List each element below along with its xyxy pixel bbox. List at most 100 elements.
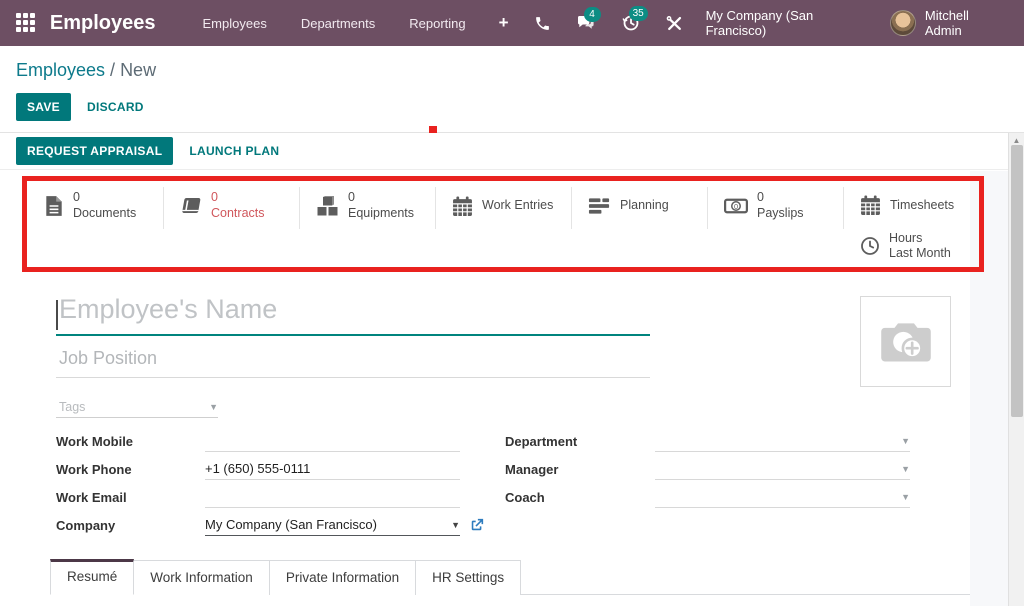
user-avatar[interactable]	[890, 10, 916, 36]
work-email-label: Work Email	[56, 490, 205, 505]
tags-dropdown-caret-icon[interactable]: ▼	[209, 402, 218, 412]
nav-item-employees[interactable]: Employees	[190, 8, 280, 39]
timesheets-label: Timesheets	[890, 198, 954, 214]
scrollbar-thumb[interactable]	[1011, 145, 1023, 417]
stat-button-hours-last-month[interactable]: Hours Last Month	[844, 227, 980, 266]
job-position-placeholder: Job Position	[59, 348, 157, 368]
coach-dropdown-caret-icon[interactable]: ▼	[901, 492, 910, 502]
department-dropdown-caret-icon[interactable]: ▼	[901, 436, 910, 446]
vertical-scrollbar[interactable]: ▲	[1008, 133, 1024, 606]
planning-label: Planning	[620, 198, 669, 214]
manager-row: Manager ▼	[505, 458, 910, 480]
work-phone-input[interactable]: +1 (650) 555-0111	[205, 459, 460, 480]
coach-label: Coach	[505, 490, 655, 505]
documents-label: Documents	[73, 206, 136, 222]
company-label: Company	[56, 518, 205, 533]
discard-button[interactable]: DISCARD	[87, 100, 144, 114]
activities-clock-icon[interactable]: 35	[609, 8, 653, 38]
tab-private-information[interactable]: Private Information	[270, 560, 416, 595]
control-panel-buttons: SAVE DISCARD	[16, 93, 1008, 121]
activities-badge: 35	[629, 6, 648, 21]
stat-button-planning[interactable]: Planning	[572, 184, 708, 228]
nav-plus-button[interactable]: +	[487, 7, 521, 39]
company-value: My Company (San Francisco)	[205, 517, 377, 532]
stat-button-box: 0 Documents 0 Contracts	[28, 184, 980, 266]
company-switcher[interactable]: My Company (San Francisco)	[706, 8, 877, 38]
equipments-count: 0	[348, 190, 414, 206]
stat-button-work-entries[interactable]: Work Entries	[436, 184, 572, 228]
nav-item-reporting[interactable]: Reporting	[396, 8, 478, 39]
company-row: Company My Company (San Francisco) ▼	[56, 514, 484, 536]
nav-menu: Employees Departments Reporting +	[190, 7, 521, 39]
employee-name-input[interactable]: Employee's Name	[56, 294, 650, 336]
hours-label-line1: Hours	[889, 231, 951, 247]
red-annotation-dot	[429, 126, 437, 133]
tab-resume[interactable]: Resumé	[50, 559, 134, 595]
breadcrumb-separator: /	[105, 60, 120, 80]
payslips-count: 0	[757, 190, 804, 206]
work-email-input[interactable]	[205, 487, 460, 508]
work-mobile-row: Work Mobile	[56, 430, 460, 452]
work-phone-value: +1 (650) 555-0111	[205, 461, 310, 476]
phone-icon[interactable]	[521, 9, 564, 38]
breadcrumb-employees-link[interactable]: Employees	[16, 60, 105, 80]
company-dropdown-caret-icon[interactable]: ▼	[451, 520, 460, 530]
department-row: Department ▼	[505, 430, 910, 452]
app-title: Employees	[50, 12, 156, 35]
work-mobile-input[interactable]	[205, 431, 460, 452]
work-mobile-label: Work Mobile	[56, 434, 205, 449]
stat-button-timesheets[interactable]: Timesheets	[844, 184, 980, 227]
launch-plan-button[interactable]: LAUNCH PLAN	[189, 144, 279, 158]
messages-icon[interactable]: 4	[564, 9, 609, 38]
notebook-tabs: Resumé Work Information Private Informat…	[50, 558, 970, 595]
contracts-label: Contracts	[211, 206, 265, 222]
job-position-input[interactable]: Job Position	[56, 348, 650, 378]
company-input[interactable]: My Company (San Francisco) ▼	[205, 515, 460, 536]
scrollbar-up-arrow-icon[interactable]: ▲	[1009, 133, 1024, 145]
stat-button-documents[interactable]: 0 Documents	[28, 184, 164, 228]
manager-input[interactable]: ▼	[655, 459, 910, 480]
tab-hr-settings[interactable]: HR Settings	[416, 560, 521, 595]
text-cursor	[56, 300, 58, 330]
breadcrumb: Employees / New	[16, 60, 1008, 81]
user-name[interactable]: Mitchell Admin	[925, 8, 1008, 38]
save-button[interactable]: SAVE	[16, 93, 71, 121]
manager-label: Manager	[505, 462, 655, 477]
tab-work-information[interactable]: Work Information	[134, 560, 270, 595]
work-phone-row: Work Phone +1 (650) 555-0111	[56, 458, 460, 480]
employee-photo-upload[interactable]	[860, 296, 951, 387]
statusbar: REQUEST APPRAISAL LAUNCH PLAN	[0, 133, 1024, 170]
nav-item-departments[interactable]: Departments	[288, 8, 388, 39]
top-navbar: Employees Employees Departments Reportin…	[0, 0, 1024, 46]
coach-row: Coach ▼	[505, 486, 910, 508]
coach-input[interactable]: ▼	[655, 487, 910, 508]
payslips-label: Payslips	[757, 206, 804, 222]
messages-badge: 4	[584, 7, 601, 22]
tools-icon[interactable]	[653, 9, 696, 38]
stat-button-contracts[interactable]: 0 Contracts	[164, 184, 300, 228]
manager-dropdown-caret-icon[interactable]: ▼	[901, 464, 910, 474]
request-appraisal-button[interactable]: REQUEST APPRAISAL	[16, 137, 173, 165]
department-label: Department	[505, 434, 655, 449]
company-external-link-icon[interactable]	[470, 518, 484, 532]
tags-input[interactable]: Tags ▼	[56, 396, 218, 418]
work-entries-label: Work Entries	[482, 198, 553, 214]
form-sheet: 0 Documents 0 Contracts	[0, 170, 1024, 606]
employees-new-form-page: Employees Employees Departments Reportin…	[0, 0, 1024, 606]
apps-grid-icon[interactable]	[16, 13, 36, 33]
svg-text:0: 0	[734, 202, 738, 211]
employee-name-placeholder: Employee's Name	[59, 294, 277, 324]
contracts-count: 0	[211, 190, 265, 206]
hours-label-line2: Last Month	[889, 246, 951, 262]
tags-placeholder: Tags	[59, 400, 85, 414]
stat-button-payslips[interactable]: 0 0 Payslips	[708, 184, 844, 228]
camera-plus-icon	[877, 319, 935, 365]
equipments-label: Equipments	[348, 206, 414, 222]
stat-button-equipments[interactable]: 0 Equipments	[300, 184, 436, 228]
nav-right-group: 4 35 My Company (San Francisco) Mitchell…	[521, 8, 1024, 38]
work-phone-label: Work Phone	[56, 462, 205, 477]
breadcrumb-current: New	[120, 60, 156, 80]
documents-count: 0	[73, 190, 136, 206]
control-panel: Employees / New SAVE DISCARD	[0, 46, 1024, 133]
department-input[interactable]: ▼	[655, 431, 910, 452]
